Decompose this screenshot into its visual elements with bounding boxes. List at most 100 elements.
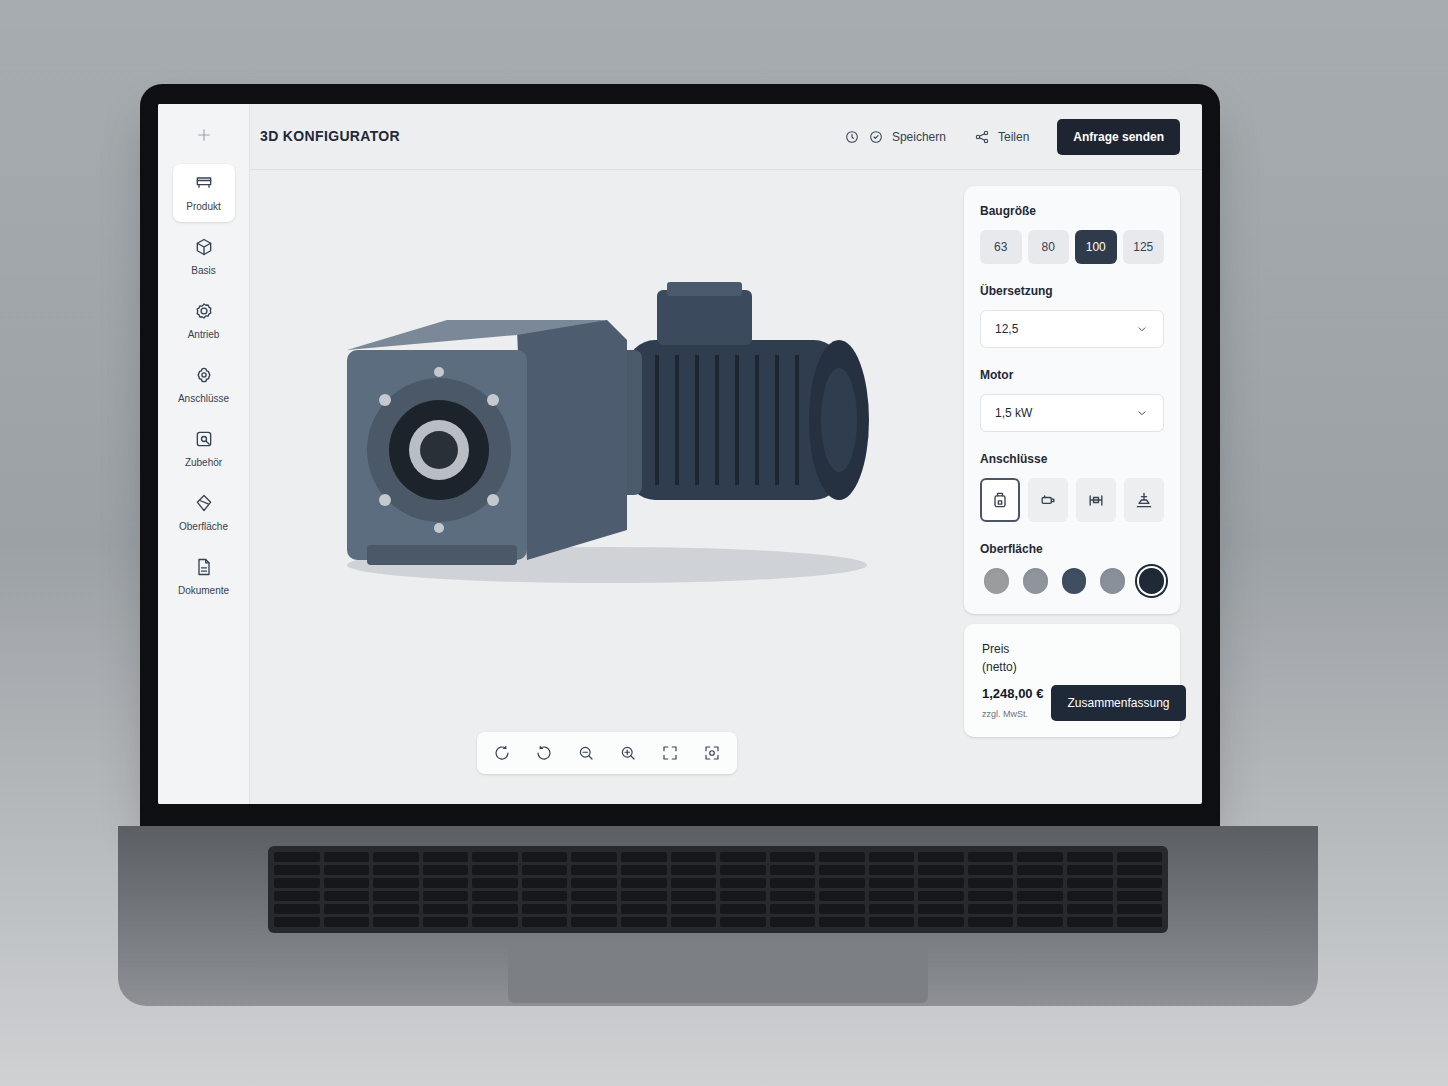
key[interactable] [1117, 852, 1163, 862]
key[interactable] [968, 852, 1014, 862]
key[interactable] [423, 917, 469, 927]
summary-button[interactable]: Zusammenfassung [1051, 685, 1185, 721]
key[interactable] [869, 852, 915, 862]
key[interactable] [869, 865, 915, 875]
key[interactable] [968, 891, 1014, 901]
view-tool-button[interactable] [617, 742, 639, 764]
key[interactable] [621, 878, 667, 888]
key[interactable] [671, 904, 717, 914]
viewer[interactable] [250, 170, 964, 804]
key[interactable] [671, 891, 717, 901]
save-button[interactable]: Speichern [844, 128, 946, 146]
key[interactable] [671, 865, 717, 875]
key[interactable] [571, 891, 617, 901]
key[interactable] [1117, 917, 1163, 927]
key[interactable] [522, 904, 568, 914]
key[interactable] [968, 878, 1014, 888]
key[interactable] [1067, 917, 1113, 927]
connection-option[interactable] [1028, 478, 1068, 522]
key[interactable] [770, 917, 816, 927]
key[interactable] [1017, 852, 1063, 862]
send-request-button[interactable]: Anfrage senden [1057, 119, 1180, 155]
key[interactable] [720, 878, 766, 888]
key[interactable] [819, 878, 865, 888]
size-option[interactable]: 125 [1123, 230, 1165, 264]
key[interactable] [423, 891, 469, 901]
key[interactable] [621, 852, 667, 862]
key[interactable] [819, 865, 865, 875]
key[interactable] [770, 904, 816, 914]
key[interactable] [770, 865, 816, 875]
size-option[interactable]: 100 [1075, 230, 1117, 264]
key[interactable] [1067, 865, 1113, 875]
sidebar-item[interactable]: Antrieb [173, 292, 235, 350]
sidebar-item[interactable]: Anschlüsse [173, 356, 235, 414]
sidebar-item[interactable]: Zubehör [173, 420, 235, 478]
connection-option[interactable] [1124, 478, 1164, 522]
key[interactable] [274, 904, 320, 914]
key[interactable] [571, 917, 617, 927]
key[interactable] [918, 852, 964, 862]
size-option[interactable]: 80 [1028, 230, 1070, 264]
sidebar-item[interactable]: Dokumente [173, 548, 235, 606]
key[interactable] [571, 865, 617, 875]
motor-select[interactable]: 1,5 kW [980, 394, 1164, 432]
key[interactable] [621, 904, 667, 914]
key[interactable] [472, 878, 518, 888]
key[interactable] [1017, 917, 1063, 927]
key[interactable] [720, 852, 766, 862]
key[interactable] [423, 865, 469, 875]
key[interactable] [472, 891, 518, 901]
surface-swatch[interactable] [1139, 568, 1164, 594]
key[interactable] [274, 917, 320, 927]
key[interactable] [274, 878, 320, 888]
key[interactable] [869, 904, 915, 914]
key[interactable] [1067, 891, 1113, 901]
key[interactable] [918, 917, 964, 927]
view-tool-button[interactable] [533, 742, 555, 764]
surface-swatch[interactable] [984, 568, 1009, 594]
sidebar-item[interactable]: Oberfläche [173, 484, 235, 542]
key[interactable] [621, 865, 667, 875]
key[interactable] [522, 865, 568, 875]
share-button[interactable]: Teilen [974, 128, 1029, 146]
key[interactable] [671, 852, 717, 862]
view-tool-button[interactable] [575, 742, 597, 764]
surface-swatch[interactable] [1062, 568, 1087, 594]
key[interactable] [968, 917, 1014, 927]
key[interactable] [918, 865, 964, 875]
key[interactable] [423, 878, 469, 888]
key[interactable] [1017, 878, 1063, 888]
key[interactable] [1067, 852, 1113, 862]
key[interactable] [968, 865, 1014, 875]
key[interactable] [324, 865, 370, 875]
key[interactable] [671, 878, 717, 888]
surface-swatch[interactable] [1100, 568, 1125, 594]
key[interactable] [1017, 891, 1063, 901]
key[interactable] [472, 917, 518, 927]
key[interactable] [373, 904, 419, 914]
key[interactable] [671, 917, 717, 927]
key[interactable] [770, 878, 816, 888]
key[interactable] [324, 904, 370, 914]
key[interactable] [522, 878, 568, 888]
surface-swatch[interactable] [1023, 568, 1048, 594]
key[interactable] [324, 891, 370, 901]
key[interactable] [819, 917, 865, 927]
key[interactable] [720, 917, 766, 927]
key[interactable] [770, 852, 816, 862]
ratio-select[interactable]: 12,5 [980, 310, 1164, 348]
key[interactable] [1117, 904, 1163, 914]
view-tool-button[interactable] [701, 742, 723, 764]
key[interactable] [373, 865, 419, 875]
sidebar-item[interactable]: Basis [173, 228, 235, 286]
size-option[interactable]: 63 [980, 230, 1022, 264]
key[interactable] [770, 891, 816, 901]
view-tool-button[interactable] [491, 742, 513, 764]
key[interactable] [472, 865, 518, 875]
key[interactable] [720, 865, 766, 875]
key[interactable] [324, 878, 370, 888]
connection-option[interactable] [980, 478, 1020, 522]
key[interactable] [324, 852, 370, 862]
sidebar-item[interactable]: Produkt [173, 164, 235, 222]
